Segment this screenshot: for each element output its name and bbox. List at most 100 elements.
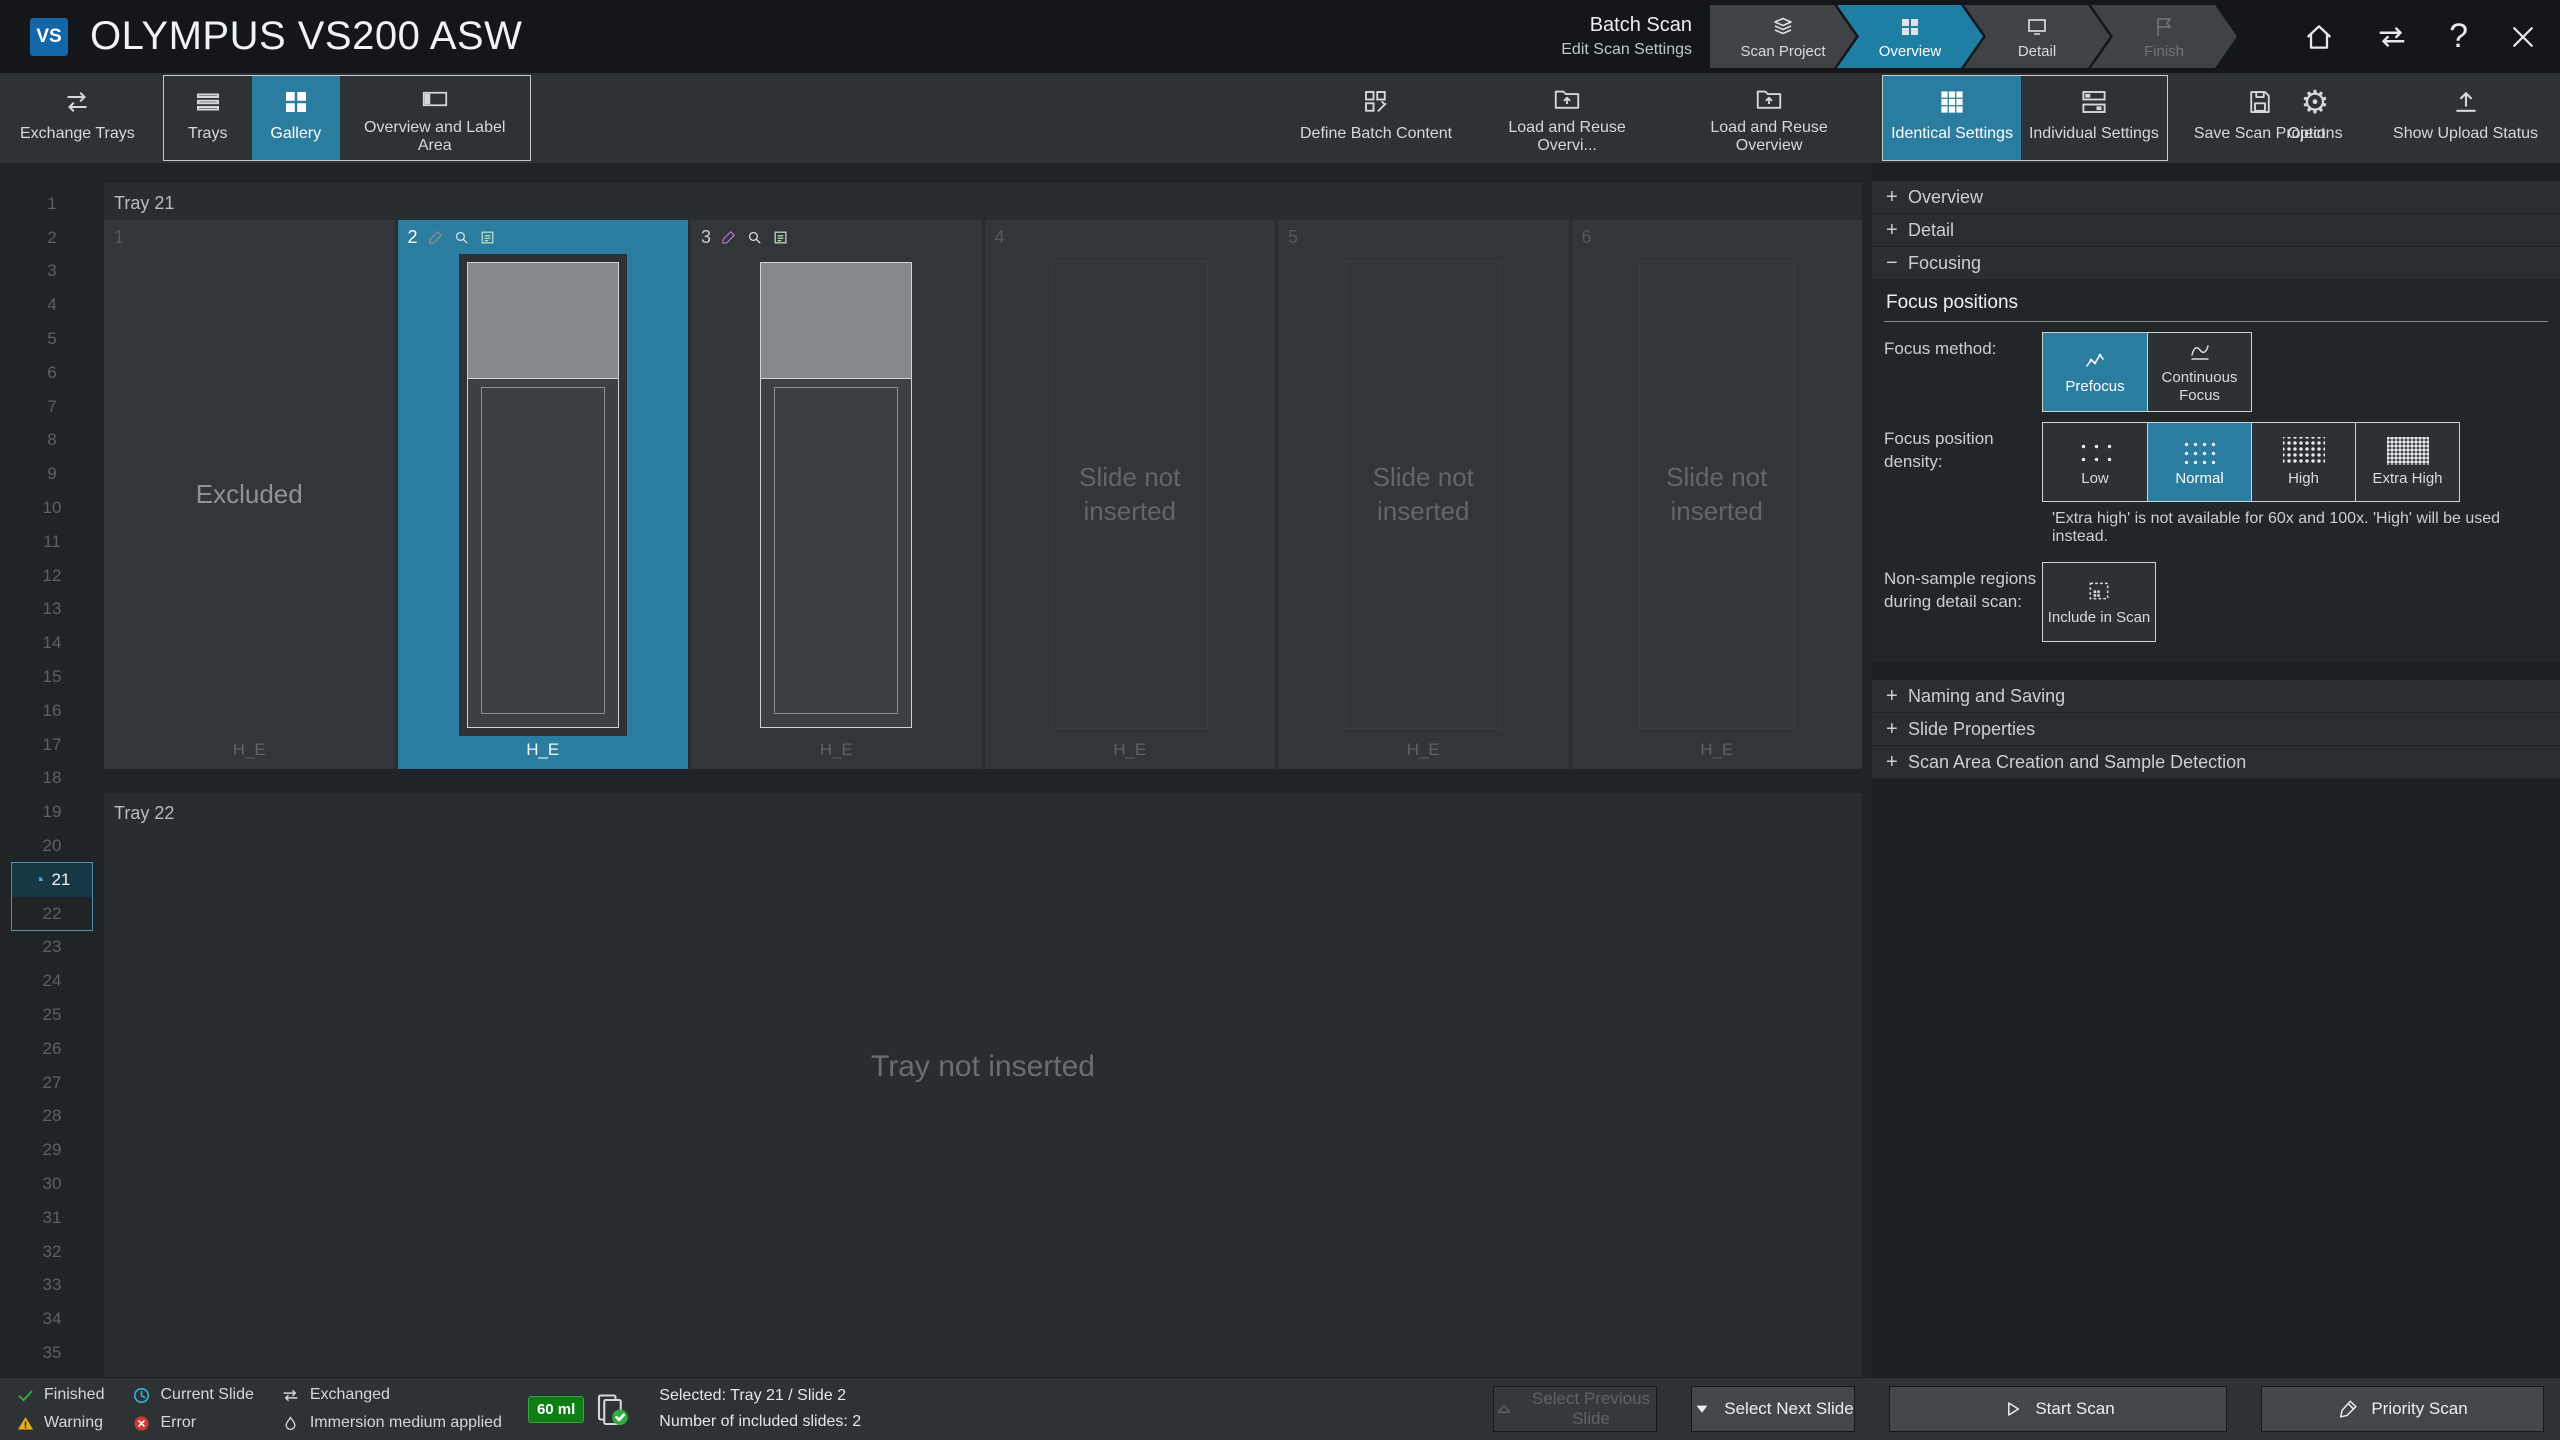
step-scan-project[interactable]: Scan Project xyxy=(1710,5,1856,68)
tray-list-item[interactable]: 23 xyxy=(12,931,92,965)
individual-settings-button[interactable]: Individual Settings xyxy=(2021,76,2167,160)
overview-icon xyxy=(1898,14,1922,40)
tray-list-item[interactable]: 4 xyxy=(12,288,92,322)
slide-name-label: H_E xyxy=(398,740,689,760)
tray-list-item[interactable]: 28 xyxy=(12,1100,92,1134)
continuous-focus-button[interactable]: Continuous Focus xyxy=(2147,333,2251,411)
density-normal-button[interactable]: Normal xyxy=(2147,423,2251,501)
density-extra-high-button[interactable]: Extra High xyxy=(2355,423,2459,501)
tray-list-item[interactable]: 8 xyxy=(12,424,92,458)
tray-list-item[interactable]: 25 xyxy=(12,998,92,1032)
load-reuse-overview-label-button[interactable]: Load and Reuse Overvi... xyxy=(1472,76,1662,160)
define-batch-content-button[interactable]: Define Batch Content xyxy=(1292,76,1460,160)
slide-overview-image[interactable] xyxy=(760,262,912,728)
section-scan-area-creation[interactable]: Scan Area Creation and Sample Detection xyxy=(1872,746,2560,779)
scan-area-rect[interactable] xyxy=(774,387,898,714)
show-upload-status-button[interactable]: Show Upload Status xyxy=(2385,76,2546,160)
button-label: Show Upload Status xyxy=(2393,125,2538,143)
tray-list-item[interactable]: 33 xyxy=(12,1269,92,1303)
tray-list-item[interactable]: 15 xyxy=(12,660,92,694)
load-reuse-overview-button[interactable]: Load and Reuse Overview xyxy=(1674,76,1864,160)
magnifier-icon[interactable] xyxy=(453,229,470,246)
options-button[interactable]: ⚙ Options xyxy=(2271,76,2359,160)
tray-list-item[interactable]: 26 xyxy=(12,1032,92,1066)
tray-list-item[interactable]: 27 xyxy=(12,1066,92,1100)
exchange-trays-button[interactable]: Exchange Trays xyxy=(12,76,143,160)
slide-slot-1[interactable]: 1 Excluded H_E xyxy=(104,220,395,769)
tray-list-item[interactable]: 13 xyxy=(12,593,92,627)
step-detail[interactable]: Detail xyxy=(1964,5,2110,68)
density-high-button[interactable]: High xyxy=(2251,423,2355,501)
tray-list-item[interactable]: 18 xyxy=(12,762,92,796)
prefocus-button[interactable]: Prefocus xyxy=(2043,333,2147,411)
tray-list-item[interactable]: 10 xyxy=(12,491,92,525)
slide-slot-3[interactable]: 3 xyxy=(691,220,982,769)
tray-list-item[interactable]: 3 xyxy=(12,255,92,289)
status-bar: Finished Warning Current Slide xyxy=(0,1377,2560,1440)
section-label: Naming and Saving xyxy=(1908,686,2065,707)
overview-label-area-button[interactable]: Overview and Label Area xyxy=(340,76,530,160)
slide-slot-6[interactable]: 6 Slide not inserted H_E xyxy=(1572,220,1863,769)
slide-slot-2[interactable]: 2 xyxy=(398,220,689,769)
tray-list-item[interactable]: ◔21 xyxy=(12,863,92,897)
tray-list-item[interactable]: 34 xyxy=(12,1302,92,1336)
priority-scan-button[interactable]: Priority Scan xyxy=(2261,1386,2544,1432)
trays-button[interactable]: Trays xyxy=(164,76,252,160)
slide-slot-5[interactable]: 5 Slide not inserted H_E xyxy=(1278,220,1569,769)
density-low-button[interactable]: Low xyxy=(2043,423,2147,501)
tray-list-item[interactable]: 17 xyxy=(12,728,92,762)
section-detail[interactable]: Detail xyxy=(1872,214,2560,247)
tray-list-item[interactable]: 12 xyxy=(12,559,92,593)
tray-list-item[interactable]: 29 xyxy=(12,1133,92,1167)
legend-exchanged: Exchanged xyxy=(280,1385,502,1406)
trays-icon xyxy=(193,84,223,120)
slide-slot-4[interactable]: 4 Slide not inserted H_E xyxy=(985,220,1276,769)
window-controls: ? xyxy=(2303,0,2538,73)
exchange-icon[interactable] xyxy=(2375,20,2409,54)
density-note: 'Extra high' is not available for 60x an… xyxy=(2052,510,2548,546)
legend-error: Error xyxy=(130,1413,253,1434)
start-scan-button[interactable]: Start Scan xyxy=(1889,1386,2227,1432)
identical-settings-button[interactable]: Identical Settings xyxy=(1883,76,2021,160)
scan-area-rect[interactable] xyxy=(481,387,605,714)
close-icon[interactable] xyxy=(2508,22,2538,52)
tray-list-item[interactable]: 16 xyxy=(12,694,92,728)
upload-icon xyxy=(2451,84,2481,120)
tray-list-item[interactable]: 9 xyxy=(12,457,92,491)
workflow-steps: Scan Project Overview Detail Finish xyxy=(1710,5,2237,68)
focusing-content: Focus positions Focus method: Prefocus xyxy=(1872,280,2560,662)
label-note-icon[interactable] xyxy=(479,229,496,246)
tray-list-item[interactable]: 31 xyxy=(12,1201,92,1235)
tray-list-item[interactable]: 5 xyxy=(12,322,92,356)
section-focusing[interactable]: Focusing xyxy=(1872,247,2560,280)
tray-list-item[interactable]: 7 xyxy=(12,390,92,424)
define-batch-content-icon xyxy=(1361,84,1391,120)
section-naming-saving[interactable]: Naming and Saving xyxy=(1872,680,2560,713)
magnifier-icon[interactable] xyxy=(746,229,763,246)
label-note-icon[interactable] xyxy=(772,229,789,246)
tray-list-item[interactable]: 24 xyxy=(12,964,92,998)
section-slide-properties[interactable]: Slide Properties xyxy=(1872,713,2560,746)
slide-specimen-area xyxy=(468,379,618,727)
tray-list-item[interactable]: 14 xyxy=(12,626,92,660)
step-overview[interactable]: Overview xyxy=(1837,5,1983,68)
immersion-drop-icon xyxy=(280,1414,302,1433)
tray-list-item[interactable]: 35 xyxy=(12,1336,92,1370)
tray-list-item[interactable]: 6 xyxy=(12,356,92,390)
tray-list-item[interactable]: 2 xyxy=(12,221,92,255)
tray-list-item[interactable]: 32 xyxy=(12,1235,92,1269)
tray-list-item[interactable]: 20 xyxy=(12,829,92,863)
tray-list-item[interactable]: 19 xyxy=(12,795,92,829)
include-in-scan-button[interactable]: Include in Scan xyxy=(2043,563,2155,641)
tray-list-item[interactable]: 22 xyxy=(12,897,92,931)
help-icon[interactable]: ? xyxy=(2449,17,2468,56)
gallery-button[interactable]: Gallery xyxy=(252,76,340,160)
tray-list-item[interactable]: 1 xyxy=(12,187,92,221)
tray-list-item[interactable]: 11 xyxy=(12,525,92,559)
home-icon[interactable] xyxy=(2303,21,2335,53)
tray-list-item[interactable]: 30 xyxy=(12,1167,92,1201)
select-next-slide-button[interactable]: Select Next Slide xyxy=(1691,1386,1855,1432)
section-overview[interactable]: Overview xyxy=(1872,181,2560,214)
slide-slots: 1 Excluded H_E 2 xyxy=(104,220,1862,769)
slide-overview-image[interactable] xyxy=(467,262,619,728)
